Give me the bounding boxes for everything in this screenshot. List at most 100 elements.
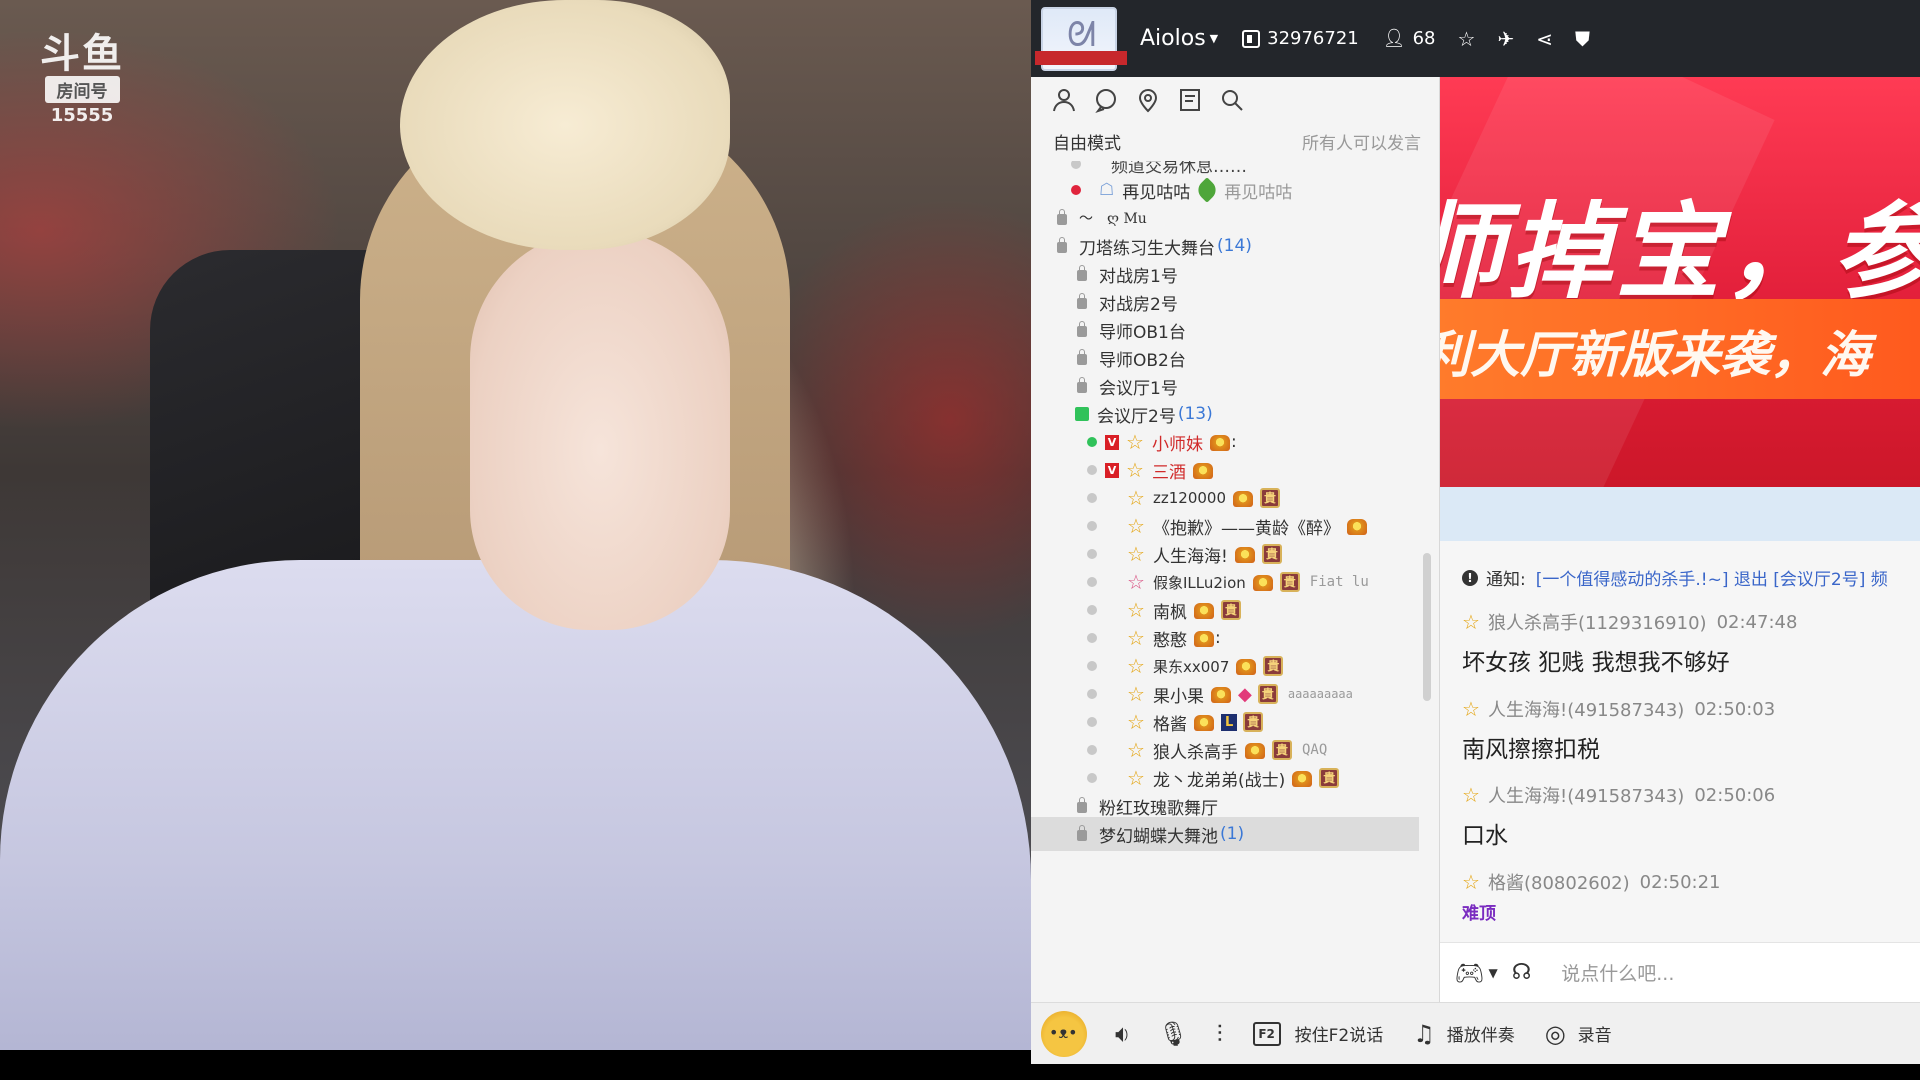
channel-label: 导师OB2台 [1099, 350, 1186, 371]
user-extra: 再见咕咕 [1224, 182, 1293, 203]
status-dot [1087, 745, 1097, 755]
chat-time: 02:47:48 [1716, 611, 1798, 633]
chevron-down-icon[interactable]: ▼ [1488, 966, 1497, 980]
status-dot [1087, 633, 1097, 643]
member-badge-icon: ☆ [1127, 682, 1145, 706]
chat-username[interactable]: 格酱(80802602) [1488, 869, 1630, 895]
share-icon[interactable]: ⋖ [1536, 27, 1553, 51]
equalizer-icon[interactable]: ⫶ [1217, 1020, 1223, 1048]
gamepad-icon[interactable]: 🎮︎ [1454, 959, 1484, 987]
member-name: 憨憨 [1153, 630, 1187, 651]
chevron-down-icon[interactable]: ▼ [1210, 32, 1218, 45]
douyu-watermark: 斗鱼 房间号 15555 [30, 32, 134, 126]
member-badge-icon: ☆ [1127, 626, 1145, 650]
channel-tree: 频道交易休息…… ☖ 再见咕咕 再见咕咕 ～ ღ Mu 刀塔练习生大舞台 (14… [1031, 161, 1440, 1002]
promo-banner[interactable]: 师掉宝，参 利大厅新版来袭，海 [1440, 77, 1920, 487]
member-count: (14) [1217, 236, 1252, 256]
notice-icon[interactable] [1177, 87, 1203, 113]
chat-username[interactable]: 人生海海!(491587343) [1488, 782, 1684, 808]
status-dot [1087, 465, 1097, 475]
crown-icon [1244, 740, 1266, 760]
noble-badge-icon: 貴 [1279, 572, 1300, 592]
chat-message: ☆ 格酱(80802602) 02:50:21 难顶 [1462, 869, 1721, 925]
member-name: 《抱歉》——黄龄《醉》 [1153, 518, 1340, 539]
stream-video[interactable]: 斗鱼 房间号 15555 [0, 0, 1031, 1050]
crown-icon [1234, 544, 1256, 564]
member-badge-icon: ☆ [1126, 458, 1144, 482]
chat-username[interactable]: 狼人杀高手(1129316910) [1488, 609, 1707, 635]
f2-key-icon: F2 [1252, 1021, 1281, 1046]
member-extra: aaaaaaaaa [1287, 687, 1353, 701]
notice-label: 通知: [1486, 570, 1526, 590]
voice-toolbar: 🔉︎ 🎙︎ ⫶ F2 按住F2说话 ♫ 播放伴奏 ◎ 录音 [1031, 1002, 1920, 1064]
record-button[interactable]: ◎ 录音 [1545, 1020, 1612, 1048]
member-badge-icon: ☆ [1127, 654, 1145, 678]
status-dot [1087, 773, 1097, 783]
status-dot [1071, 185, 1081, 195]
member-name: 人生海海! [1153, 546, 1228, 567]
push-to-talk-button[interactable]: F2 按住F2说话 [1252, 1021, 1384, 1046]
channel-label: 会议厅1号 [1099, 378, 1178, 399]
member-name: 假象ILLu2ion [1153, 573, 1246, 592]
crown-icon [1346, 516, 1368, 536]
member-extra: QAQ [1302, 742, 1328, 758]
leaf-icon [1194, 177, 1220, 203]
member-badge-icon: ☆ [1127, 766, 1145, 790]
star-icon[interactable]: ☆ [1458, 27, 1476, 51]
online-count: 👤︎ 68 [1383, 28, 1436, 49]
member-name: zz120000 [1153, 489, 1227, 507]
streamer-face [470, 230, 730, 630]
channel-tree-scrollbar[interactable] [1423, 553, 1431, 701]
accompaniment-label: 播放伴奏 [1446, 1026, 1515, 1046]
channel-toolbar [1031, 77, 1439, 123]
status-dot [1087, 717, 1097, 727]
accompaniment-button[interactable]: ♫ 播放伴奏 [1413, 1020, 1515, 1048]
channel-name[interactable]: Aiolos [1140, 26, 1206, 51]
voice-to-text-icon[interactable]: ☊ [1512, 960, 1532, 985]
member-badge-icon: ☆ [1127, 486, 1145, 510]
crown-icon [1193, 628, 1215, 648]
rank-l-icon: L [1221, 713, 1238, 731]
status-dot [1087, 549, 1097, 559]
member-badge-icon: ☆ [1462, 697, 1480, 721]
chat-input[interactable]: 说点什么吧... [1561, 959, 1674, 986]
microphone-icon[interactable]: 🎙︎ [1158, 1020, 1188, 1048]
member-name: 龙丶龙弟弟(战士) [1153, 770, 1286, 791]
noble-badge-icon: 貴 [1221, 600, 1241, 620]
lock-icon [1077, 265, 1087, 281]
crown-icon [1210, 684, 1232, 704]
notice-text[interactable]: [一个值得感动的杀手.!~] 退出 [会议厅2号] 频 [1536, 565, 1888, 590]
list-item[interactable]: 梦幻蝴蝶大舞池 (1) [1031, 817, 1419, 851]
status-dot [1087, 493, 1097, 503]
channel-label: 导师OB1台 [1099, 322, 1186, 343]
noble-badge-icon: 貴 [1260, 488, 1281, 508]
push-to-talk-label: 按住F2说话 [1294, 1026, 1384, 1046]
status-dot [1087, 577, 1097, 587]
speak-mode[interactable]: 自由模式 [1053, 129, 1121, 154]
shield-icon[interactable]: ⛊ [1575, 27, 1590, 51]
member-badge-icon: ☆ [1462, 870, 1480, 894]
chat-time: 02:50:03 [1694, 698, 1776, 720]
chat-icon[interactable] [1093, 87, 1119, 113]
search-icon[interactable] [1219, 87, 1245, 113]
banner-footer [1440, 487, 1920, 541]
record-icon: ◎ [1544, 1019, 1566, 1048]
plane-icon[interactable]: ✈ [1497, 27, 1514, 51]
speak-mode-bar: 自由模式 所有人可以发言 [1031, 123, 1439, 159]
channel-label: 刀塔练习生大舞台 [1079, 238, 1215, 259]
channel-avatar[interactable]: ᘛ [1035, 6, 1127, 71]
chat-username[interactable]: 人生海海!(491587343) [1488, 696, 1684, 722]
mascot-icon[interactable] [1041, 1010, 1087, 1057]
lock-icon [1057, 209, 1067, 225]
user-icon[interactable] [1051, 87, 1077, 113]
location-icon[interactable] [1135, 87, 1161, 113]
channel-label: ～ ღ Mu [1079, 211, 1147, 227]
noble-badge-icon: 貴 [1257, 684, 1278, 704]
noble-badge-icon: 貴 [1272, 740, 1292, 760]
speak-permission: 所有人可以发言 [1302, 133, 1421, 154]
status-dot [1087, 437, 1097, 447]
user-name: 再见咕咕 [1122, 182, 1191, 203]
info-icon: ! [1462, 569, 1478, 586]
channel-panel: 自由模式 所有人可以发言 频道交易休息…… ☖ 再见咕咕 再见咕咕 ～ ღ Mu… [1031, 77, 1440, 1002]
speaker-icon[interactable]: 🔉︎ [1115, 1020, 1130, 1048]
